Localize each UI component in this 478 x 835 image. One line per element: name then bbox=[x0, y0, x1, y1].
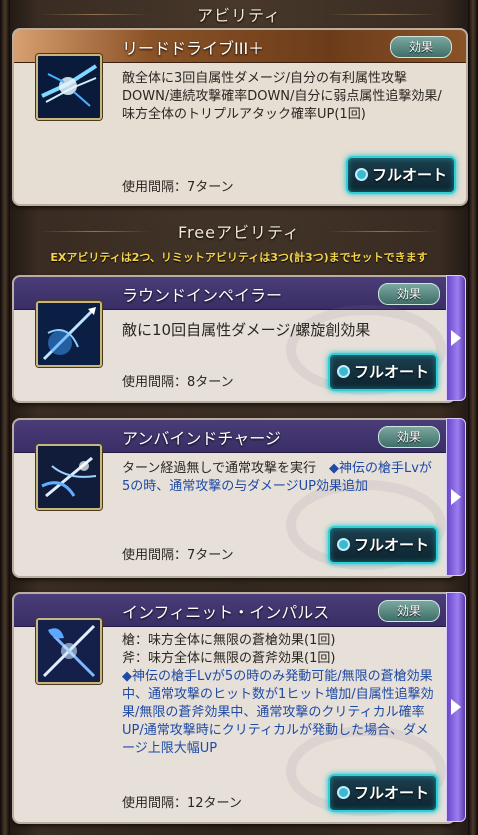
description-note: ◆神伝の槍手Lvが5の時のみ発動可能/無限の蒼槍効果中、通常攻撃のヒット数が1ヒ… bbox=[122, 669, 434, 756]
full-auto-button[interactable]: フルオート bbox=[346, 156, 456, 194]
arrow-right-icon bbox=[451, 699, 461, 715]
expand-arrow-button-1[interactable] bbox=[446, 275, 466, 401]
ability-description: 敵全体に3回自属性ダメージ/自分の有利属性攻撃DOWN/連続攻撃確率DOWN/自… bbox=[122, 71, 442, 122]
set-limit-notice: EXアビリティは2つ、リミットアビリティは3つ(計3つ)までセットできます bbox=[50, 251, 428, 264]
charging-spear-icon bbox=[36, 444, 102, 510]
full-auto-button[interactable]: フルオート bbox=[328, 526, 438, 564]
radio-dot-icon bbox=[336, 364, 350, 378]
arrow-right-icon bbox=[451, 489, 461, 505]
full-auto-label: フルオート bbox=[353, 363, 429, 381]
blue-lightning-slash-icon bbox=[36, 54, 102, 120]
main-ability-card: リードドライブIII＋ 効果 敵全体に3回自属性ダメージ/自分の有利属性攻撃DO… bbox=[12, 28, 468, 206]
description-line-1: 槍：味方全体に無限の蒼槍効果(1回) bbox=[122, 633, 336, 648]
ability-description: ターン経過無しで通常攻撃を実行 ◆神伝の槍手Lvが5の時、通常攻撃の与ダメージU… bbox=[122, 460, 438, 496]
arrow-right-icon bbox=[451, 330, 461, 346]
description-line-2: 斧：味方全体に無限の蒼斧効果(1回) bbox=[122, 651, 336, 666]
spear-and-axe-icon bbox=[36, 618, 102, 684]
radio-dot-icon bbox=[336, 537, 350, 551]
ability-name: インフィニット・インパルス bbox=[122, 603, 330, 622]
effect-button[interactable]: 効果 bbox=[378, 283, 440, 305]
ability-section-title: アビリティ bbox=[0, 2, 478, 26]
ability-name: アンバインドチャージ bbox=[122, 429, 281, 448]
effect-button[interactable]: 効果 bbox=[390, 36, 452, 58]
right-frame bbox=[468, 0, 478, 835]
cooldown-text: 使用間隔：7ターン bbox=[122, 180, 234, 195]
cooldown-text: 使用間隔：8ターン bbox=[122, 375, 234, 390]
cooldown-text: 使用間隔：7ターン bbox=[122, 548, 234, 563]
ability-name: ラウンドインペイラー bbox=[122, 286, 283, 305]
description-main: ターン経過無しで通常攻撃を実行 bbox=[122, 461, 329, 476]
free-ability-card-3: インフィニット・インパルス 効果 槍：味方全体に無限の蒼槍効果(1回) 斧：味方… bbox=[12, 592, 456, 824]
effect-button[interactable]: 効果 bbox=[378, 600, 440, 622]
left-frame bbox=[0, 0, 10, 835]
ability-description: 槍：味方全体に無限の蒼槍効果(1回) 斧：味方全体に無限の蒼斧効果(1回) ◆神… bbox=[122, 632, 438, 758]
effect-button[interactable]: 効果 bbox=[378, 426, 440, 448]
ability-description: 敵に10回自属性ダメージ/螺旋創効果 bbox=[122, 321, 371, 339]
free-ability-card-2: アンバインドチャージ 効果 ターン経過無しで通常攻撃を実行 ◆神伝の槍手Lvが5… bbox=[12, 418, 456, 578]
full-auto-button[interactable]: フルオート bbox=[328, 774, 438, 812]
spear-thrust-icon bbox=[36, 301, 102, 367]
cooldown-text: 使用間隔：12ターン bbox=[122, 796, 242, 811]
radio-dot-icon bbox=[354, 167, 368, 181]
full-auto-button[interactable]: フルオート bbox=[328, 353, 438, 391]
free-ability-section-title: Freeアビリティ bbox=[0, 219, 478, 243]
full-auto-label: フルオート bbox=[353, 784, 429, 802]
expand-arrow-button-2[interactable] bbox=[446, 418, 466, 576]
expand-arrow-button-3[interactable] bbox=[446, 592, 466, 822]
free-ability-card-1: ラウンドインペイラー 効果 敵に10回自属性ダメージ/螺旋創効果 使用間隔：8タ… bbox=[12, 275, 456, 403]
ability-name: リードドライブIII＋ bbox=[122, 39, 265, 58]
full-auto-label: フルオート bbox=[371, 166, 447, 184]
radio-dot-icon bbox=[336, 785, 350, 799]
full-auto-label: フルオート bbox=[353, 536, 429, 554]
